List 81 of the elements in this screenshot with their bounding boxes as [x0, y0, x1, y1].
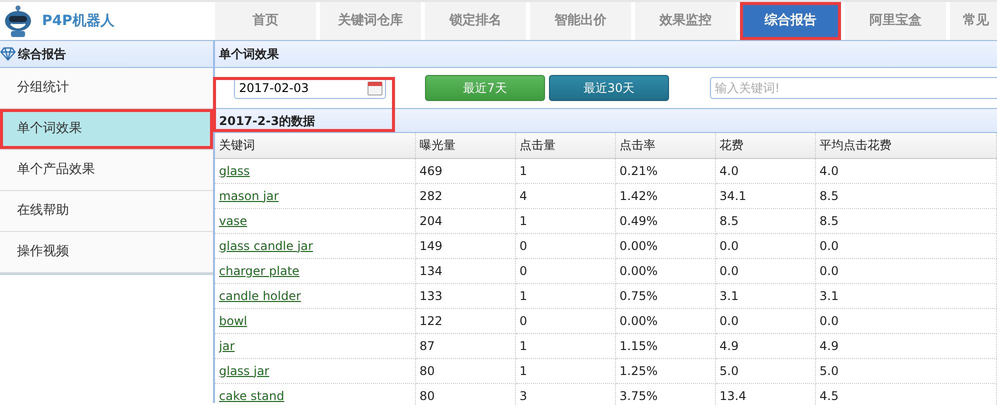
- table-cell: 0.0: [815, 258, 996, 283]
- table-cell: 0.0: [715, 258, 815, 283]
- column-header: 平均点击花费: [815, 133, 996, 158]
- table-cell: 0.00%: [615, 258, 715, 283]
- table-cell: 0: [515, 233, 615, 258]
- data-date-heading: 2017-2-3的数据: [219, 112, 316, 130]
- table-cell: 0.21%: [615, 158, 715, 183]
- sidebar-item[interactable]: 操作视频: [0, 232, 213, 273]
- table-cell: 13.4: [715, 383, 815, 405]
- table-cell: 469: [415, 158, 515, 183]
- table-cell: 3: [515, 383, 615, 405]
- keyword-link[interactable]: glass candle jar: [219, 238, 313, 252]
- keyword-link[interactable]: cake stand: [219, 388, 284, 402]
- table-cell: 0: [515, 308, 615, 333]
- table-cell: 4.9: [715, 333, 815, 358]
- table-cell: 1.42%: [615, 183, 715, 208]
- table-cell: 3.75%: [615, 383, 715, 405]
- column-header: 点击量: [515, 133, 615, 158]
- table-cell: 133: [415, 283, 515, 308]
- table-cell: 0.0: [715, 233, 815, 258]
- table-cell: 282: [415, 183, 515, 208]
- table-cell: 0.00%: [615, 308, 715, 333]
- table-cell: 122: [415, 308, 515, 333]
- table-cell: 5.0: [715, 358, 815, 383]
- table-cell: 1: [515, 208, 615, 233]
- table-cell: 4: [515, 183, 615, 208]
- table-cell: 0.0: [715, 308, 815, 333]
- column-header: 点击率: [615, 133, 715, 158]
- sidebar-item[interactable]: 分组统计: [0, 68, 213, 109]
- nav-tab[interactable]: 综合报告: [740, 2, 841, 40]
- table-cell: 149: [415, 233, 515, 258]
- table-cell: 0.00%: [615, 233, 715, 258]
- table-cell: 8.5: [815, 208, 996, 233]
- column-header: 花费: [715, 133, 815, 158]
- table-cell: 34.1: [715, 183, 815, 208]
- table-cell: 1: [515, 158, 615, 183]
- calendar-icon[interactable]: [367, 80, 383, 96]
- table-cell: 0.75%: [615, 283, 715, 308]
- table-cell: 8.5: [815, 183, 996, 208]
- sidebar-item[interactable]: 单个产品效果: [0, 150, 213, 191]
- keyword-link[interactable]: glass jar: [219, 364, 270, 378]
- table-cell: 80: [415, 383, 515, 405]
- keyword-link[interactable]: candle holder: [219, 288, 301, 302]
- table-cell: 0.0: [815, 308, 996, 333]
- table-cell: 3.1: [815, 283, 996, 308]
- sidebar-item[interactable]: 单个词效果: [0, 109, 213, 150]
- table-cell: 4.0: [815, 158, 996, 183]
- diamond-icon: [0, 47, 16, 61]
- keyword-link[interactable]: vase: [219, 214, 248, 228]
- sidebar-title: 综合报告: [18, 46, 66, 63]
- table-cell: 80: [415, 358, 515, 383]
- table-cell: 4.0: [715, 158, 815, 183]
- keyword-link[interactable]: glass: [219, 164, 250, 178]
- keyword-link[interactable]: jar: [219, 338, 235, 352]
- robot-logo-icon: [2, 4, 34, 38]
- table-cell: 204: [415, 208, 515, 233]
- keyword-link[interactable]: bowl: [219, 314, 248, 328]
- table-cell: 0: [515, 258, 615, 283]
- keyword-link[interactable]: charger plate: [219, 264, 300, 278]
- panel-title: 单个词效果: [219, 46, 279, 63]
- column-header: 关键词: [215, 133, 415, 158]
- table-cell: 3.1: [715, 283, 815, 308]
- table-cell: 87: [415, 333, 515, 358]
- table-cell: 8.5: [715, 208, 815, 233]
- table-cell: 4.5: [815, 383, 996, 405]
- keyword-link[interactable]: mason jar: [219, 188, 279, 202]
- column-header: 曝光量: [415, 133, 515, 158]
- table-cell: 4.9: [815, 333, 996, 358]
- keyword-search-field[interactable]: 输入关键词!: [710, 77, 997, 99]
- date-range-button[interactable]: 最近30天: [549, 75, 669, 101]
- sidebar-item[interactable]: 在线帮助: [0, 191, 213, 232]
- table-cell: 1: [515, 333, 615, 358]
- app-title: P4P机器人: [42, 12, 114, 30]
- table-cell: 0.49%: [615, 208, 715, 233]
- table-cell: 1: [515, 358, 615, 383]
- table-cell: 1.15%: [615, 333, 715, 358]
- table-cell: 5.0: [815, 358, 996, 383]
- table-cell: 1: [515, 283, 615, 308]
- table-cell: 134: [415, 258, 515, 283]
- table-cell: 1.25%: [615, 358, 715, 383]
- table-cell: 0.0: [815, 233, 996, 258]
